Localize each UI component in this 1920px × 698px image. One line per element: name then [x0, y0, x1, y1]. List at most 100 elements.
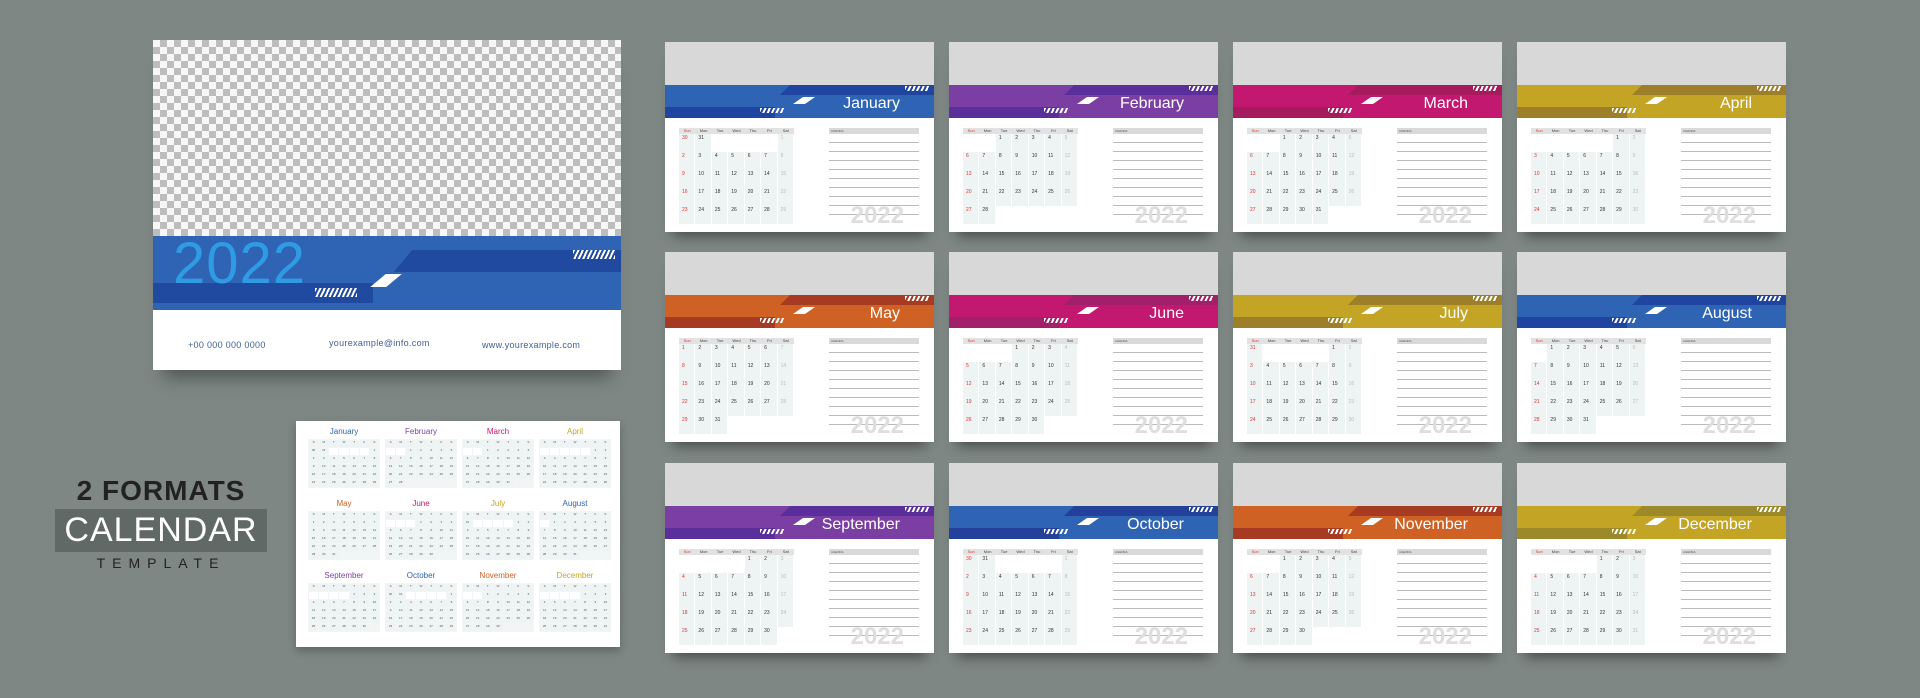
day-cell[interactable]: 2 — [1563, 344, 1581, 362]
day-cell[interactable] — [1547, 134, 1564, 152]
day-cell[interactable]: 2 — [1028, 344, 1046, 362]
day-cell[interactable]: 11 — [1329, 152, 1346, 170]
day-cell[interactable]: 4 — [711, 152, 729, 170]
agenda-line[interactable] — [1681, 188, 1771, 197]
agenda-line[interactable] — [1397, 573, 1487, 582]
day-cell[interactable]: 21 — [1580, 609, 1597, 627]
day-cell[interactable]: 21 — [1312, 398, 1330, 416]
day-cell[interactable]: 11 — [1329, 573, 1346, 591]
agenda-line[interactable] — [1681, 573, 1771, 582]
day-cell[interactable]: 16 — [963, 609, 980, 627]
day-cell[interactable]: 21 — [728, 609, 745, 627]
day-cell[interactable]: 17 — [1531, 188, 1548, 206]
day-cell[interactable]: 17 — [979, 609, 996, 627]
agenda-line[interactable] — [1681, 398, 1771, 407]
day-cell[interactable]: 11 — [711, 170, 729, 188]
agenda-line[interactable] — [1681, 371, 1771, 380]
day-cell[interactable]: 21 — [1531, 398, 1548, 416]
day-cell[interactable]: 19 — [1345, 170, 1362, 188]
day-cell[interactable]: 2 — [695, 344, 712, 362]
day-cell[interactable] — [744, 134, 762, 152]
day-cell[interactable]: 4 — [1596, 344, 1614, 362]
day-cell[interactable]: 15 — [744, 591, 762, 609]
day-cell[interactable]: 30 — [963, 555, 980, 573]
day-cell[interactable]: 31 — [695, 134, 712, 152]
day-cell[interactable]: 14 — [728, 591, 745, 609]
day-cell[interactable] — [1012, 555, 1029, 573]
day-cell[interactable]: 24 — [979, 627, 996, 645]
day-cell[interactable]: 19 — [1613, 380, 1630, 398]
day-cell[interactable]: 6 — [1028, 573, 1046, 591]
day-cell[interactable]: 28 — [1312, 416, 1330, 434]
day-cell[interactable]: 13 — [1563, 591, 1581, 609]
day-cell[interactable]: 12 — [1547, 591, 1564, 609]
day-cell[interactable]: 4 — [1263, 362, 1280, 380]
day-cell[interactable]: 26 — [744, 398, 762, 416]
day-cell[interactable]: 10 — [1531, 170, 1548, 188]
day-cell[interactable]: 23 — [1613, 609, 1630, 627]
agenda-line[interactable] — [1113, 161, 1203, 170]
agenda-line[interactable] — [1397, 362, 1487, 371]
day-cell[interactable]: 8 — [1596, 573, 1614, 591]
agenda-line[interactable] — [829, 170, 919, 179]
day-cell[interactable]: 11 — [995, 591, 1013, 609]
day-cell[interactable]: 9 — [1613, 573, 1630, 591]
agenda-line[interactable] — [1681, 344, 1771, 353]
day-cell[interactable]: 26 — [1345, 188, 1362, 206]
day-cell[interactable]: 25 — [679, 627, 696, 645]
day-cell[interactable]: 27 — [744, 206, 762, 224]
day-cell[interactable]: 24 — [777, 609, 794, 627]
day-cell[interactable]: 19 — [963, 398, 980, 416]
agenda-line[interactable] — [829, 573, 919, 582]
day-cell[interactable]: 7 — [1531, 362, 1548, 380]
day-cell[interactable]: 25 — [1263, 416, 1280, 434]
agenda-line[interactable] — [1397, 582, 1487, 591]
agenda-line[interactable] — [1113, 353, 1203, 362]
day-cell[interactable]: 26 — [963, 416, 980, 434]
day-cell[interactable]: 3 — [777, 555, 794, 573]
day-cell[interactable]: 1 — [1329, 344, 1346, 362]
day-cell[interactable]: 20 — [1247, 188, 1264, 206]
agenda-line[interactable] — [1113, 371, 1203, 380]
day-cell[interactable]: 10 — [1247, 380, 1264, 398]
day-cell[interactable]: 16 — [679, 188, 696, 206]
agenda-line[interactable] — [1397, 143, 1487, 152]
day-cell[interactable]: 21 — [1596, 188, 1614, 206]
day-cell[interactable]: 22 — [1279, 188, 1297, 206]
day-cell[interactable]: 23 — [1012, 188, 1029, 206]
day-cell[interactable]: 3 — [1045, 344, 1062, 362]
day-cell[interactable]: 29 — [1279, 627, 1297, 645]
agenda-line[interactable] — [1397, 152, 1487, 161]
agenda-line[interactable] — [1397, 380, 1487, 389]
day-cell[interactable]: 19 — [695, 609, 712, 627]
day-cell[interactable]: 21 — [1263, 609, 1280, 627]
day-cell[interactable]: 22 — [995, 188, 1013, 206]
agenda-line[interactable] — [1681, 600, 1771, 609]
day-cell[interactable]: 15 — [1012, 380, 1029, 398]
day-cell[interactable] — [1028, 555, 1046, 573]
day-cell[interactable]: 14 — [979, 170, 996, 188]
day-cell[interactable] — [1263, 344, 1280, 362]
day-cell[interactable]: 15 — [1279, 170, 1297, 188]
day-cell[interactable]: 16 — [761, 591, 778, 609]
day-cell[interactable] — [1279, 344, 1297, 362]
day-cell[interactable]: 8 — [1279, 573, 1297, 591]
agenda-line[interactable] — [1113, 609, 1203, 618]
day-cell[interactable]: 14 — [1312, 380, 1330, 398]
day-cell[interactable]: 21 — [1045, 609, 1062, 627]
day-cell[interactable]: 20 — [711, 609, 729, 627]
day-cell[interactable] — [1580, 134, 1597, 152]
day-cell[interactable]: 18 — [995, 609, 1013, 627]
agenda-line[interactable] — [829, 143, 919, 152]
day-cell[interactable]: 9 — [1028, 362, 1046, 380]
day-cell[interactable]: 28 — [995, 416, 1013, 434]
day-cell[interactable]: 22 — [1547, 398, 1564, 416]
agenda-line[interactable] — [829, 389, 919, 398]
day-cell[interactable]: 27 — [711, 627, 729, 645]
agenda-line[interactable] — [1113, 344, 1203, 353]
day-cell[interactable]: 30 — [1345, 416, 1362, 434]
day-cell[interactable]: 30 — [1028, 416, 1046, 434]
day-cell[interactable] — [1563, 555, 1581, 573]
day-cell[interactable]: 18 — [679, 609, 696, 627]
day-cell[interactable] — [728, 555, 745, 573]
